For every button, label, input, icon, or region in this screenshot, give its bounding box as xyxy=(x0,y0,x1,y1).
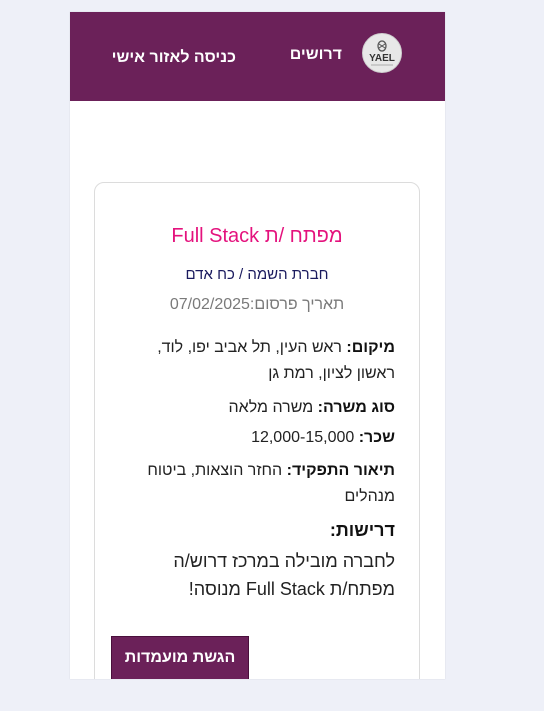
nav-link-jobs[interactable]: דרושים xyxy=(290,46,342,64)
salary-value: 12,000-15,000 xyxy=(251,429,355,446)
top-navigation-bar: YAEL דרושים כניסה לאזור אישי xyxy=(70,12,445,101)
company-name: חברת השמה / כח אדם xyxy=(185,266,329,283)
requirements-label: דרישות: xyxy=(329,520,395,540)
job-type-field: סוג משרה: משרה מלאה xyxy=(229,395,395,421)
description-field: תיאור התפקיד: החזר הוצאות, ביטוח מנהלים xyxy=(130,458,395,510)
app-frame: YAEL דרושים כניסה לאזור אישי מפתח /ת Ful… xyxy=(70,12,445,679)
location-field: מיקום: ראש העין, תל אביב יפו, לוד, ראשון… xyxy=(135,335,395,387)
job-title: מפתח /ת Full Stack xyxy=(171,225,343,247)
svg-text:YAEL: YAEL xyxy=(369,53,395,64)
job-type-label: סוג משרה: xyxy=(317,399,395,416)
salary-label: שכר: xyxy=(358,429,395,446)
company-logo[interactable]: YAEL xyxy=(362,33,402,73)
location-label: מיקום: xyxy=(346,339,395,356)
job-type-value: משרה מלאה xyxy=(228,399,314,416)
salary-field: שכר: 12,000-15,000 xyxy=(251,425,395,451)
description-label: תיאור התפקיד: xyxy=(286,462,395,479)
requirements-text: לחברה מובילה במרכז דרוש/ה מפתח/ת Full St… xyxy=(173,551,395,599)
job-card: מפתח /ת Full Stack חברת השמה / כח אדם תא… xyxy=(94,182,420,679)
submit-application-button[interactable]: הגשת מועמדות xyxy=(111,636,249,679)
posted-date: תאריך פרסום:07/02/2025 xyxy=(169,296,345,313)
personal-area-login-link[interactable]: כניסה לאזור אישי xyxy=(112,49,236,67)
